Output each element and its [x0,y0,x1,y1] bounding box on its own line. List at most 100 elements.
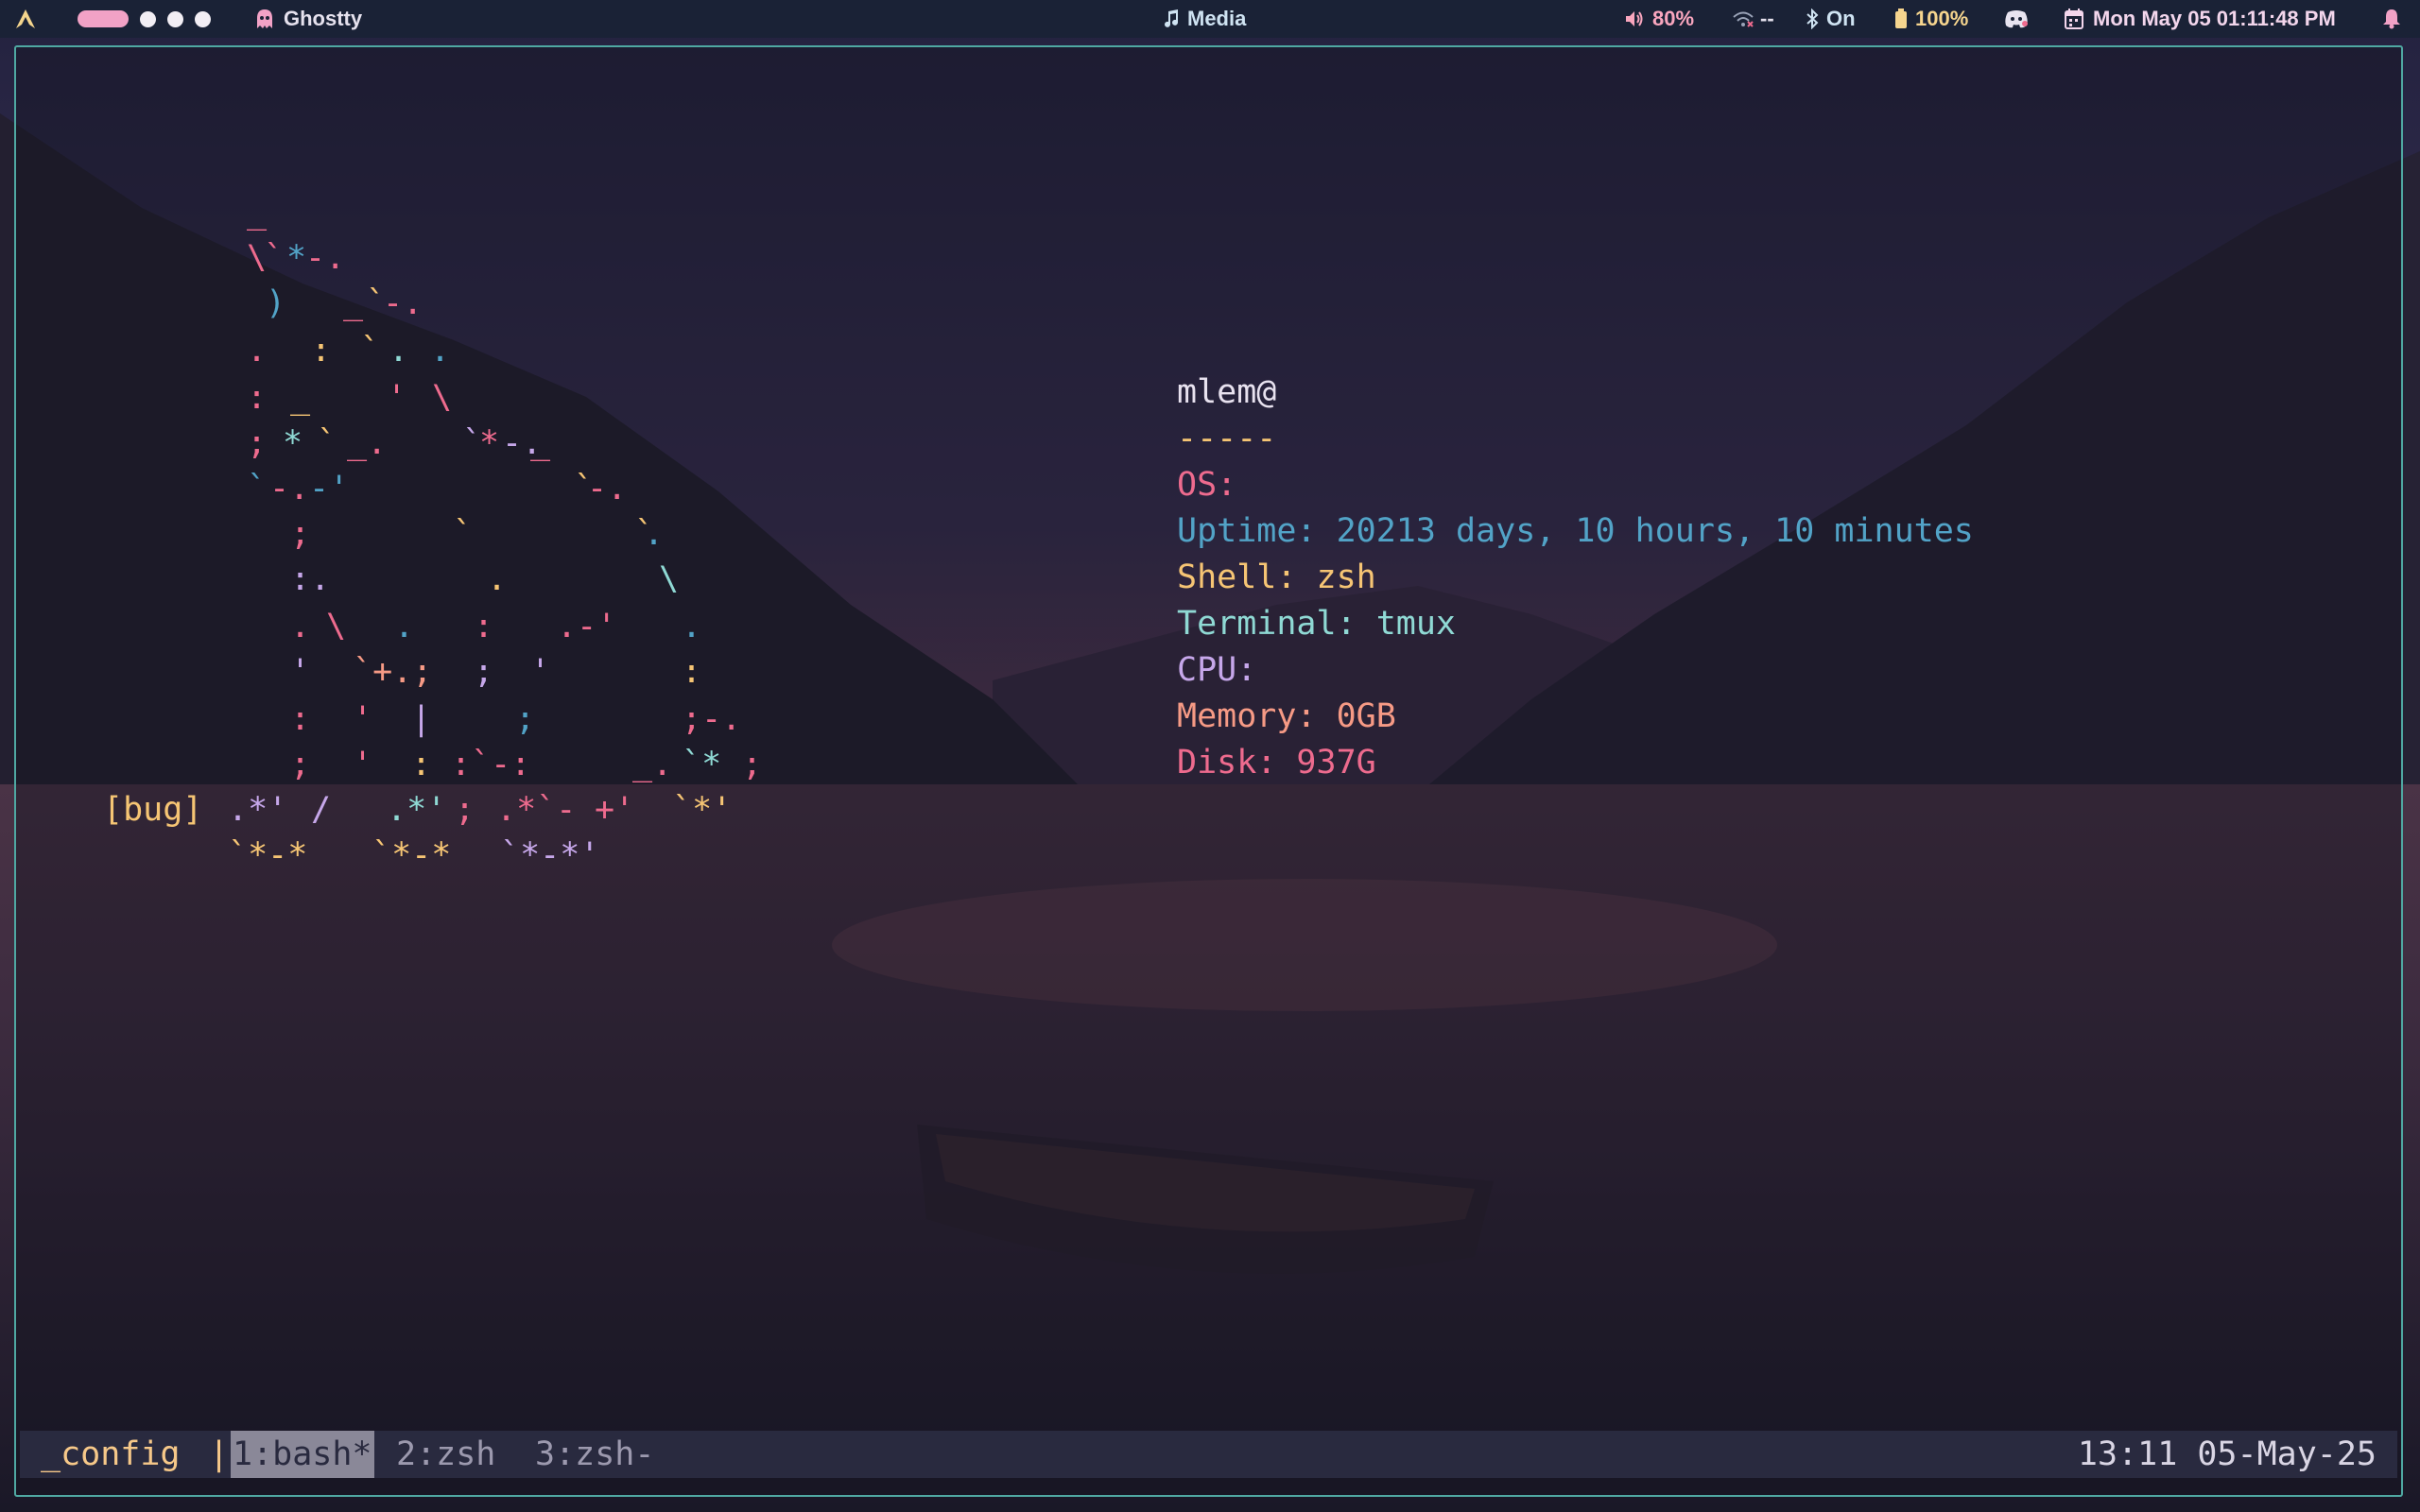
ascii-art-fragment: _ [247,194,268,232]
uptime-line: Uptime: 20213 days, 10 hours, 10 minutes [1177,512,1974,550]
ascii-art-fragment: ; [455,791,475,829]
bell-icon[interactable] [2382,0,2401,38]
ascii-art-fragment: : [311,332,332,369]
ascii-art-fragment: . [487,560,508,598]
terminal-line: Terminal: tmux [1177,605,1457,643]
ascii-art-fragment: : [474,608,494,645]
ascii-art-fragment: ` [317,424,337,462]
workspace-2[interactable] [140,10,156,27]
tmux-window-1-active[interactable]: 1:bash* [231,1431,374,1478]
ascii-art-fragment: _ [290,379,311,417]
date-time-text: Mon May 05 01:11:48 PM [2093,7,2336,30]
ascii-art-fragment: / [311,791,332,829]
battery-icon [1895,9,1907,28]
ascii-art-fragment: | [411,700,432,738]
ascii-art-fragment: `*-* [228,836,308,874]
ascii-art-fragment: * [283,424,303,462]
tmux-window-2[interactable]: 2:zsh [396,1431,495,1478]
cpu-line: CPU: [1177,651,1257,689]
tmux-separator: | [209,1435,230,1473]
media-widget[interactable]: Media [1163,0,1246,38]
discord-icon[interactable] [2004,0,2029,38]
ascii-art-fragment: \ [432,379,453,417]
ascii-art-fragment: ' [353,700,373,738]
top-bar: Ghostty Media 80% -- On 100% Mon May 05 … [0,0,2420,38]
ascii-art-fragment: -' [309,470,350,507]
ascii-art-fragment: [bug] [103,791,203,829]
ascii-art-fragment: : [247,379,268,417]
ascii-art-fragment: ` [264,239,285,277]
ascii-art-fragment: ; [290,746,311,783]
wifi-off-icon [1733,11,1754,27]
ascii-art-fragment: `*-* [372,836,452,874]
shell-line: Shell: zsh [1177,558,1376,596]
ascii-art-fragment: \ [326,608,347,645]
ascii-art-fragment: * [286,239,307,277]
ascii-art-fragment: +' [595,791,635,829]
os-line: OS: [1177,466,1237,504]
user-host: mlem@ [1177,373,1277,411]
ascii-art-fragment: `*-*' [500,836,600,874]
bug-label: .*' [228,791,288,829]
ascii-art-fragment: ` [360,332,381,369]
ascii-art-fragment: . [394,608,415,645]
window-title-text: Ghostty [284,7,363,30]
ascii-art-fragment: _. [632,746,673,783]
ascii-art-fragment: \ [659,560,680,598]
ascii-art-fragment: `+.; [353,653,433,691]
ascii-art-fragment: ; [742,746,763,783]
ascii-art-fragment: . [290,608,311,645]
battery-widget[interactable]: 100% [1894,0,1968,38]
ascii-art-fragment: _. [347,424,388,462]
ascii-art-fragment: `*' [672,791,733,829]
ascii-art-fragment: `* [682,746,722,783]
workspace-3[interactable] [167,10,183,27]
bluetooth-widget[interactable]: On [1806,0,1856,38]
workspace-indicators [78,0,211,38]
ascii-art-fragment: -. [305,239,346,277]
memory-line: Memory: 0GB [1177,697,1396,735]
ascii-art-fragment: .*' [387,791,447,829]
ascii-art-fragment: ; [474,653,494,691]
workspace-1-active[interactable] [78,10,129,27]
ascii-art-fragment: * [479,424,500,462]
network-widget[interactable]: -- [1732,0,1774,38]
tmux-status-bar: _config | 1:bash* 2:zsh 3:zsh- 13:11 05-… [20,1431,2397,1478]
ascii-art-fragment: _ [343,284,364,322]
ascii-art-fragment: ` [247,470,268,507]
ascii-art-fragment: . [682,608,702,645]
arch-linux-icon[interactable] [15,0,36,38]
ascii-art-fragment: ; [247,424,268,462]
volume-value: 80% [1652,7,1695,30]
info-separator: ----- [1177,420,1277,457]
ascii-art-fragment: . [389,332,409,369]
bluetooth-value: On [1826,7,1856,30]
date-time-widget[interactable]: Mon May 05 01:11:48 PM [2065,0,2336,38]
ascii-art-fragment: . [247,332,268,369]
tmux-clock: 13:11 05-May-25 [2077,1435,2377,1473]
ascii-art-fragment: ' [353,746,373,783]
terminal-window[interactable]: _ \ ` * -.) _ ` -..: `..: _ ' \; * ` _. ` * -. _ ` -. -' ` -.; `… [14,45,2403,1497]
ascii-art-fragment: ` [453,515,474,553]
disk-line: Disk: 937G [1177,744,1376,782]
ascii-art-fragment: : [682,653,702,691]
ascii-art-fragment: ) [266,284,286,322]
ascii-art-fragment: :. [290,560,331,598]
ascii-art-fragment: :`-: [451,746,531,783]
workspace-4[interactable] [195,10,211,27]
calendar-icon [2065,9,2083,29]
ascii-art-fragment: -. [383,284,424,322]
ascii-art-fragment: .-' [557,608,617,645]
battery-value: 100% [1915,7,1969,30]
tmux-window-3[interactable]: 3:zsh- [535,1431,654,1478]
media-label: Media [1187,7,1247,30]
tmux-session-name[interactable]: _config [41,1431,181,1478]
music-note-icon [1165,9,1178,27]
ascii-art-fragment: . [430,332,451,369]
ascii-art-fragment: ;-. [682,700,742,738]
network-value: -- [1760,7,1774,30]
volume-widget[interactable]: 80% [1624,0,1694,38]
ascii-art-fragment: ' [387,379,407,417]
active-window-title: Ghostty [255,0,362,38]
speaker-icon [1626,11,1643,26]
